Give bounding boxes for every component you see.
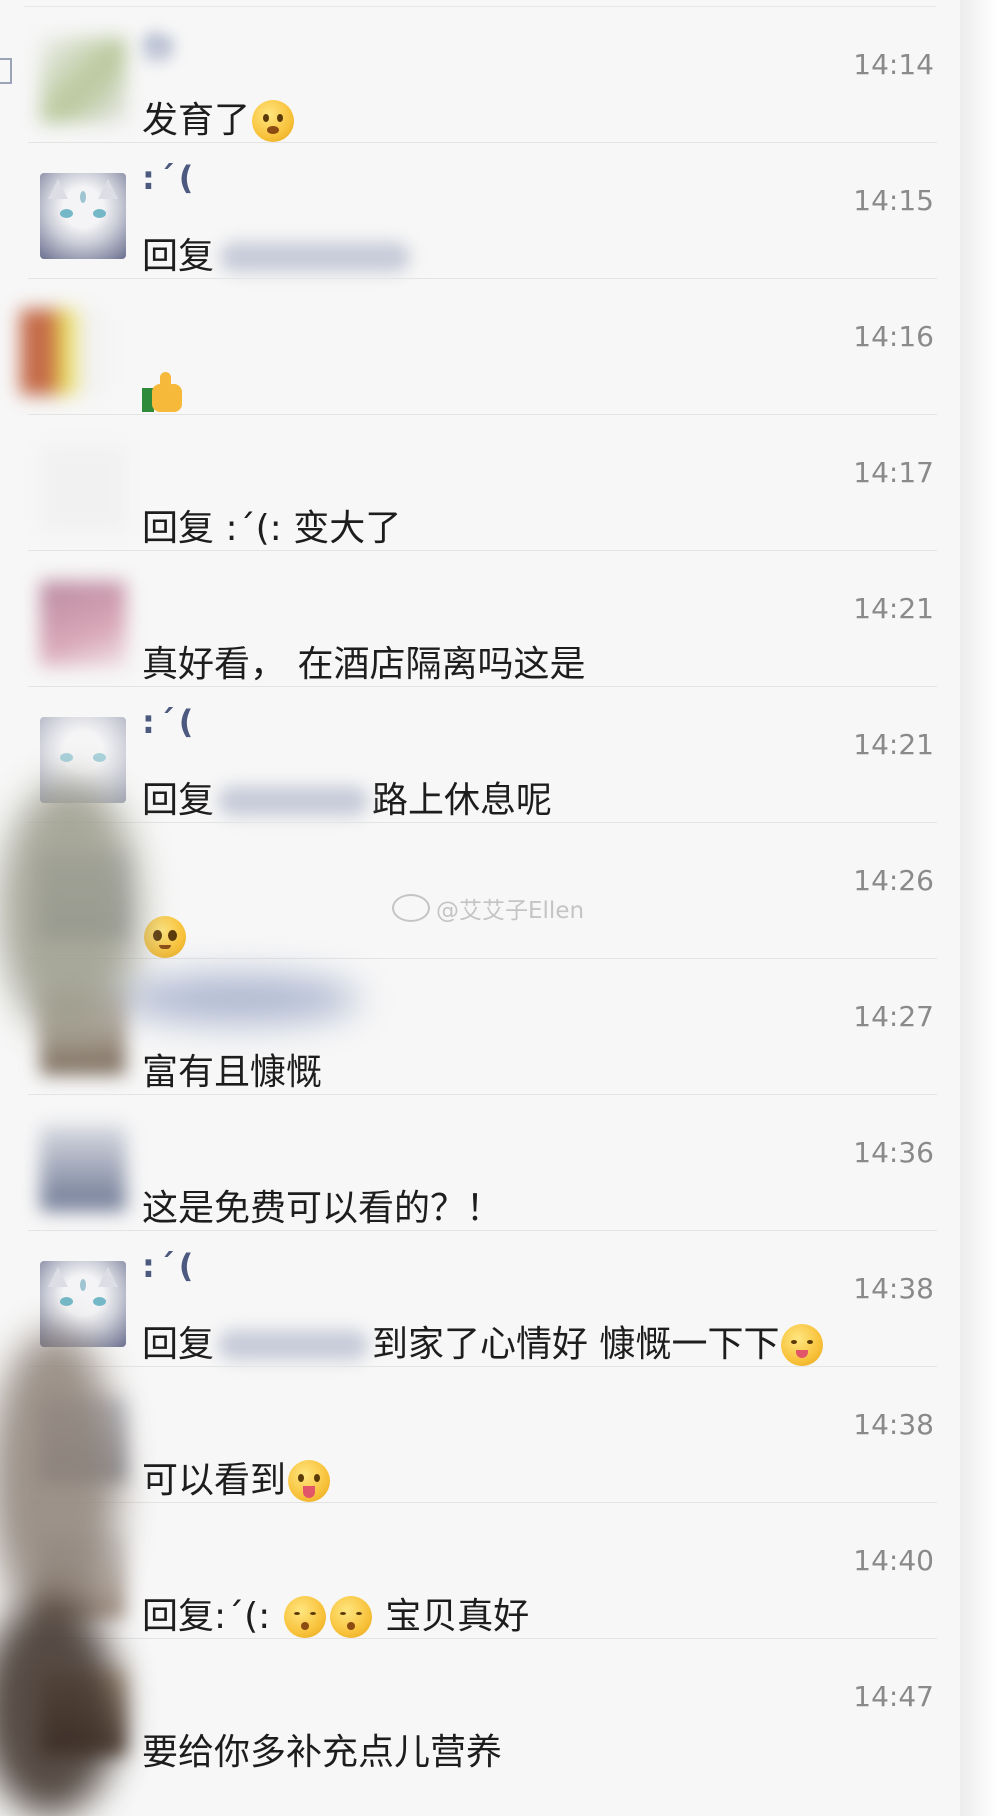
message-row[interactable]: 14:47 要给你多补充点儿营养 [0,1639,962,1775]
cat-eye-icon [93,1297,106,1306]
cat-eye-icon [60,1297,73,1306]
message-time: 14:27 [853,1000,934,1033]
cat-eye-icon [93,209,106,218]
avatar[interactable] [40,445,126,531]
message-content: 到家了心情好 慷慨一下下 [372,1324,780,1365]
message-row[interactable]: 14:21 真好看， 在酒店隔离吗这是 [0,551,962,687]
message-row[interactable]: 14:16 [0,279,962,415]
message-text: 回复 到家了心情好 慷慨一下下 [142,1319,825,1369]
message-row[interactable]: 14:40 回复:´(: 宝贝真好 [0,1503,962,1639]
watermark: @艾艾子Ellen [392,888,584,928]
cat-mark-icon [80,191,86,203]
message-text: 要给你多补充点儿营养 [142,1727,502,1777]
message-text [142,911,188,961]
message-content: 这是免费可以看的？！ [142,1188,503,1229]
watermark-text: @艾艾子Ellen [436,898,585,924]
cat-eye-icon [93,753,106,762]
message-row[interactable]: 14:38 可以看到 [0,1367,962,1503]
cat-ear-icon [48,1267,68,1287]
yum-face-emoji-icon [781,1324,824,1366]
tongue-out-face-emoji-icon [288,1460,331,1502]
avatar[interactable] [20,309,106,395]
message-time: 14:36 [853,1136,934,1169]
redacted-mask [220,242,411,272]
redacted-mask [218,786,369,816]
message-content: 路上休息呢 [372,780,553,821]
cat-ear-icon [98,179,118,199]
avatar[interactable] [40,173,126,259]
cat-ear-icon [98,1267,118,1287]
avatar[interactable] [40,1125,126,1211]
message-time: 14:21 [853,592,934,625]
pleading-face-emoji-icon [144,916,186,958]
message-row[interactable]: 14:27 富有且慷慨 [0,959,962,1095]
message-prefix: 回复 [142,780,215,821]
astonished-face-emoji-icon [252,100,295,142]
message-content: 富有且慷慨 [142,1052,323,1093]
message-row[interactable]: :´( 14:15 回复 [0,143,962,279]
thumbs-up-emoji-icon [142,372,184,414]
message-row[interactable]: 14:17 回复 :´(: 变大了 [0,415,962,551]
weibo-icon [392,894,430,922]
message-time: 14:21 [853,728,934,761]
message-text: 回复:´(: 宝贝真好 [142,1591,529,1641]
message-time: 14:17 [853,456,934,489]
message-text [142,367,184,417]
privacy-blur [120,975,360,1023]
message-row[interactable]: :´( 14:21 回复 路上休息呢 [0,687,962,823]
cat-eye-icon [60,209,73,218]
message-text: 回复 [142,231,411,281]
message-row[interactable]: 14:36 这是免费可以看的？！ [0,1095,962,1231]
kissing-face-emoji-icon [283,1596,326,1638]
message-content: 回复 [142,236,215,277]
redacted-mask [218,1330,369,1360]
privacy-blur [0,780,140,1040]
message-time: 14:15 [853,184,934,217]
message-content: 可以看到 [142,1460,287,1501]
message-text: 真好看， 在酒店隔离吗这是 [142,639,585,689]
message-row[interactable]: :´( 14:38 回复 到家了心情好 慷慨一下下 [0,1231,962,1367]
cat-ear-icon [48,179,68,199]
message-text: 回复 :´(: 变大了 [142,503,401,553]
message-content: 真好看， 在酒店隔离吗这是 [142,644,586,685]
message-time: 14:16 [853,320,934,353]
message-time: 14:14 [853,48,934,81]
sender-name[interactable]: :´( [142,1247,197,1285]
cat-eye-icon [60,753,73,762]
message-text: 这是免费可以看的？！ [142,1183,502,1233]
avatar[interactable] [40,581,126,667]
message-time: 14:38 [853,1408,934,1441]
message-content: 发育了 [142,100,251,141]
message-prefix: 回复 [142,1324,215,1365]
message-time: 14:40 [853,1544,934,1577]
message-content: 宝贝真好 [385,1596,530,1637]
message-text: 回复 路上休息呢 [142,775,552,825]
avatar[interactable] [40,37,126,123]
kissing-face-emoji-icon [329,1596,372,1638]
message-text: 可以看到 [142,1455,332,1505]
sender-name[interactable]: :´( [142,703,197,741]
sender-name[interactable]: 你 [142,23,178,69]
message-time: 14:38 [853,1272,934,1305]
message-text: 发育了 [142,95,296,145]
message-content: 回复 :´(: 变大了 [142,508,402,549]
cat-mark-icon [80,1279,86,1291]
message-content: 要给你多补充点儿营养 [142,1732,503,1773]
panel-edge [960,0,997,1816]
message-time: 14:26 [853,864,934,897]
message-text: 富有且慷慨 [142,1047,322,1097]
message-row[interactable]: 你 14:14 发育了 [0,7,962,143]
message-prefix: 回复:´(: [142,1596,271,1637]
sender-name[interactable]: :´( [142,159,197,197]
message-time: 14:47 [853,1680,934,1713]
